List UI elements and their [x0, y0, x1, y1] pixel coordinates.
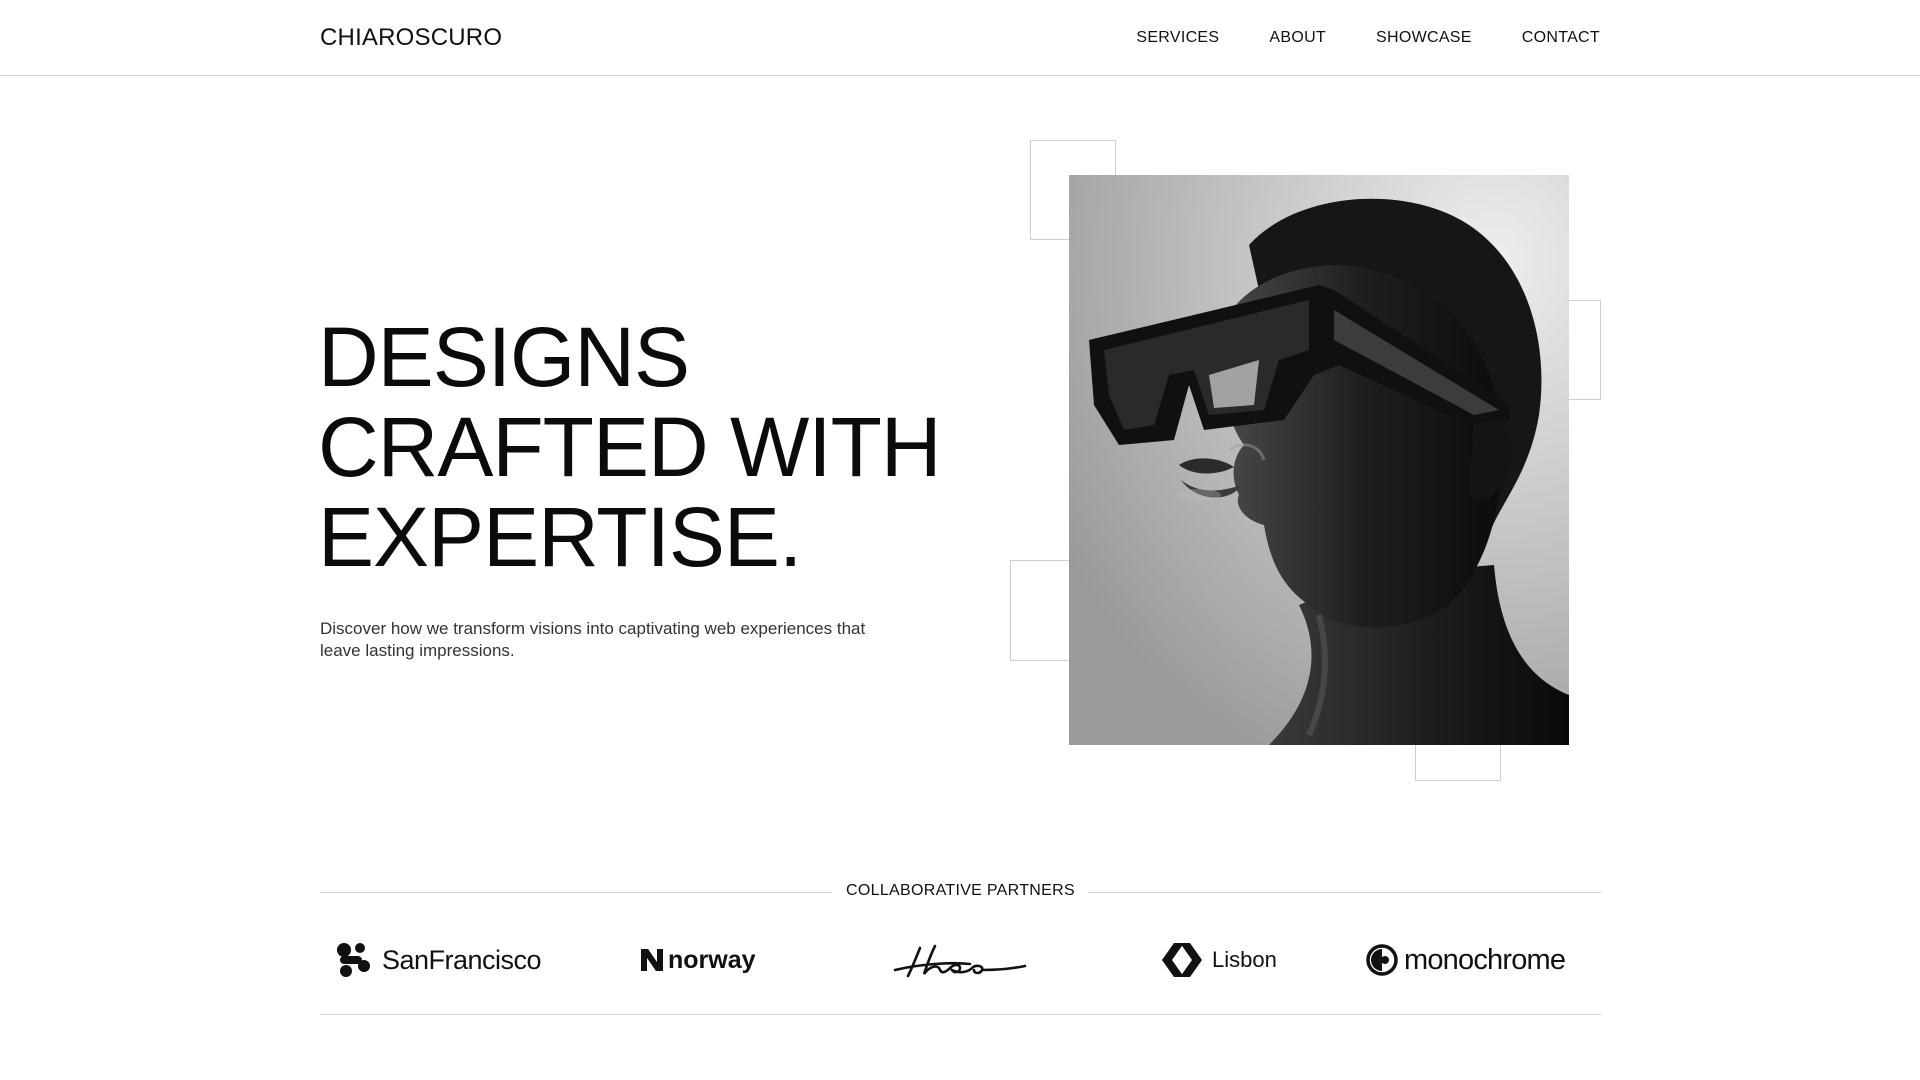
- partner-logo-sanfrancisco[interactable]: SanFrancisco: [336, 935, 566, 985]
- hero-title: DESIGNS CRAFTED WITH EXPERTISE.: [318, 310, 942, 584]
- partners-header: COLLABORATIVE PARTNERS: [320, 880, 1601, 904]
- partner-name-norway: norway: [668, 945, 756, 974]
- partners-divider-right: [1088, 892, 1601, 893]
- sanfrancisco-logo-icon: [337, 943, 370, 977]
- hero-title-line-3: EXPERTISE.: [318, 490, 802, 584]
- main-nav: SERVICES ABOUT SHOWCASE CONTACT: [1136, 29, 1600, 47]
- nav-showcase[interactable]: SHOWCASE: [1376, 29, 1472, 47]
- portrait-photo: [1069, 175, 1569, 745]
- partner-name-monochrome: monochrome: [1404, 943, 1566, 976]
- partner-logos: SanFrancisco norway Lisbon monochrome: [320, 935, 1601, 985]
- monochrome-logo-icon: [1366, 944, 1398, 976]
- partner-logo-lisbon[interactable]: Lisbon: [1162, 935, 1292, 985]
- partners-bottom-divider: [320, 1014, 1601, 1015]
- nav-contact[interactable]: CONTACT: [1522, 29, 1600, 47]
- partner-name-lisbon: Lisbon: [1212, 947, 1277, 972]
- nav-services[interactable]: SERVICES: [1136, 29, 1219, 47]
- site-header: CHIAROSCURO SERVICES ABOUT SHOWCASE CONT…: [0, 0, 1920, 76]
- theo-signature-logo: [893, 944, 1027, 978]
- hero-subtitle: Discover how we transform visions into c…: [320, 619, 866, 660]
- hero-title-line-1: DESIGNS: [318, 310, 690, 404]
- brand-logo-text[interactable]: CHIAROSCURO: [320, 24, 502, 52]
- partner-logo-theo[interactable]: [890, 935, 1040, 985]
- nav-about[interactable]: ABOUT: [1269, 29, 1326, 47]
- hero-title-line-2: CRAFTED WITH: [318, 400, 942, 494]
- norway-logo-icon: [641, 949, 663, 971]
- partner-logo-norway[interactable]: norway: [640, 935, 800, 985]
- lisbon-logo-icon: [1162, 943, 1202, 977]
- hero-portrait-image: [1069, 175, 1569, 745]
- partner-name-sanfrancisco: SanFrancisco: [382, 944, 542, 975]
- partners-label: COLLABORATIVE PARTNERS: [846, 882, 1075, 899]
- partner-logo-monochrome[interactable]: monochrome: [1366, 935, 1601, 985]
